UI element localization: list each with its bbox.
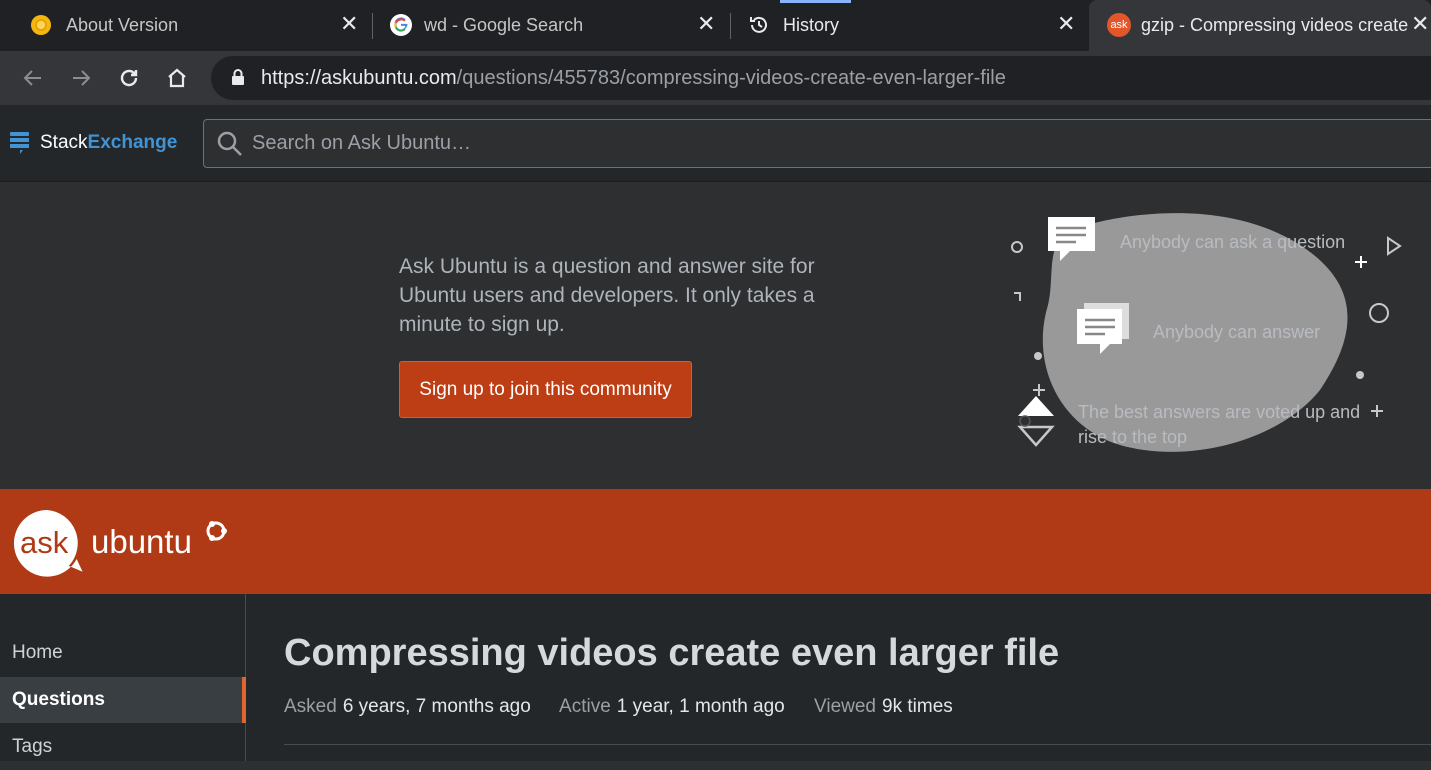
nav-item-questions[interactable]: Questions <box>0 677 246 723</box>
lock-icon <box>231 68 245 91</box>
asked-label: Asked <box>284 696 337 717</box>
corner-shape <box>1014 292 1021 301</box>
search-icon <box>216 130 244 163</box>
nav-item-home[interactable]: Home <box>0 630 246 676</box>
tab-about-version[interactable]: About Version ✕ <box>0 0 370 51</box>
site-description: Ask Ubuntu is a question and answer site… <box>399 255 815 336</box>
logo-ubuntu-text: ubuntu <box>91 523 192 560</box>
main-content: Home Questions Tags Compressing videos c… <box>0 594 1431 761</box>
left-sidebar: Home Questions Tags <box>0 594 246 761</box>
header-divider <box>284 744 1431 745</box>
circle-shape <box>1369 303 1389 323</box>
stackexchange-logo[interactable]: Stack Exchange <box>10 132 177 154</box>
site-search[interactable] <box>203 119 1431 168</box>
forward-button[interactable] <box>67 64 95 92</box>
dot-shape <box>1034 352 1042 360</box>
feature-vote-line1: The best answers are voted up and <box>1078 402 1361 422</box>
feature-ask: Anybody can ask a question <box>1120 232 1346 252</box>
url-text: https://askubuntu.com/questions/455783/c… <box>261 67 1006 89</box>
vote-arrows-icon <box>1017 396 1055 447</box>
site-header: ask ubuntu <box>0 489 1431 594</box>
stackexchange-topbar: Stack Exchange <box>0 105 1431 182</box>
signup-button[interactable]: Sign up to join this community <box>399 361 692 418</box>
active-value[interactable]: 1 year, 1 month ago <box>617 696 785 717</box>
tab-strip: About Version ✕ wd - Google Search ✕ His… <box>0 0 1431 51</box>
viewed-label: Viewed <box>814 696 877 717</box>
close-icon[interactable]: ✕ <box>340 13 358 35</box>
feature-vote-line2: rise to the top <box>1078 427 1188 447</box>
browser-toolbar: https://askubuntu.com/questions/455783/c… <box>0 51 1431 105</box>
close-icon[interactable]: ✕ <box>1411 13 1429 35</box>
plus-shape <box>1355 256 1367 268</box>
active-label: Active <box>559 696 611 717</box>
nav-item-tags[interactable]: Tags <box>0 724 246 770</box>
tab-title: wd - Google Search <box>424 15 584 35</box>
close-icon[interactable]: ✕ <box>1057 13 1075 35</box>
tab-history[interactable]: History ✕ <box>731 0 1087 51</box>
tab-title: gzip - Compressing videos create even la… <box>1141 15 1409 35</box>
home-button[interactable] <box>163 64 191 92</box>
search-input[interactable] <box>252 120 1352 167</box>
close-icon[interactable]: ✕ <box>697 13 715 35</box>
question-meta: Asked 6 years, 7 months ago Active 1 year,… <box>284 696 977 718</box>
home-icon <box>168 68 186 88</box>
circle-shape <box>1011 241 1023 253</box>
tab-google-search[interactable]: wd - Google Search ✕ <box>373 0 729 51</box>
ubuntu-circle-icon <box>206 521 227 541</box>
arrow-left-icon <box>23 70 41 86</box>
logo-ask-text: ask <box>20 525 69 560</box>
feature-answer: Anybody can answer <box>1153 322 1321 342</box>
triangle-shape <box>1387 236 1402 256</box>
tab-title: History <box>783 15 840 35</box>
askubuntu-logo[interactable]: ask ubuntu <box>12 508 252 585</box>
chrome-canary-icon <box>30 14 52 41</box>
reload-icon <box>120 69 138 87</box>
plus-shape <box>1371 405 1383 417</box>
google-g-icon <box>389 13 413 42</box>
question-title[interactable]: Compressing videos create even larger fi… <box>284 632 1059 675</box>
reload-button[interactable] <box>115 64 143 92</box>
dot-shape <box>1356 371 1364 379</box>
history-icon <box>748 14 770 41</box>
asked-value[interactable]: 6 years, 7 months ago <box>343 696 531 717</box>
tab-askubuntu[interactable]: ask gzip - Compressing videos create eve… <box>1089 0 1431 51</box>
askubuntu-favicon: ask <box>1107 13 1131 37</box>
viewed-value: 9k times <box>882 696 953 717</box>
stackexchange-icon <box>10 132 29 154</box>
tab-title: About Version <box>66 15 179 35</box>
tab-loading-indicator <box>780 0 851 3</box>
address-bar[interactable]: https://askubuntu.com/questions/455783/c… <box>211 56 1431 100</box>
arrow-right-icon <box>73 70 91 86</box>
plus-shape <box>1033 384 1045 396</box>
back-button[interactable] <box>19 64 47 92</box>
